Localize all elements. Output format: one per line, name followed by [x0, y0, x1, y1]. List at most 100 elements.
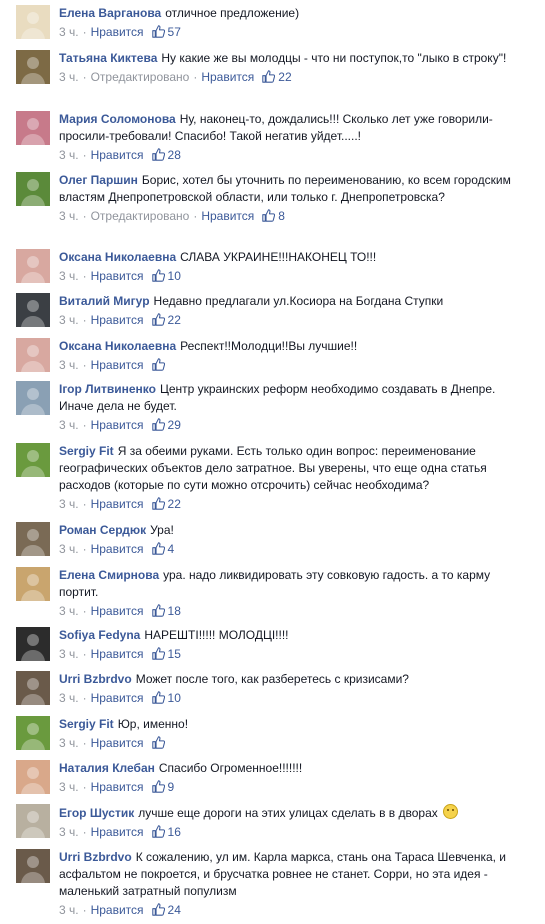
like-button[interactable]: Нравится	[91, 418, 144, 432]
comment-body: Мария Соломонова Ну, наконец-то, дождалис…	[59, 111, 527, 164]
author-link[interactable]: Sergiy Fit	[59, 444, 114, 458]
comment-timestamp[interactable]: 3 ч.	[59, 542, 79, 556]
like-count[interactable]: 18	[151, 604, 181, 618]
like-count[interactable]	[151, 358, 168, 372]
edited-label[interactable]: Отредактировано	[91, 209, 190, 223]
comment-timestamp[interactable]: 3 ч.	[59, 70, 79, 84]
avatar[interactable]	[16, 5, 50, 39]
like-button[interactable]: Нравится	[91, 269, 144, 283]
like-button[interactable]: Нравится	[91, 903, 144, 917]
author-link[interactable]: Urri Bzbrdvo	[59, 850, 132, 864]
author-link[interactable]: Олег Паршин	[59, 173, 138, 187]
like-button[interactable]: Нравится	[91, 148, 144, 162]
like-count[interactable]: 9	[151, 780, 174, 794]
author-link[interactable]: Оксана Николаевна	[59, 250, 176, 264]
author-link[interactable]: Sofiya Fedyna	[59, 628, 140, 642]
like-count[interactable]: 8	[262, 209, 285, 223]
like-button[interactable]: Нравится	[91, 691, 144, 705]
comment-timestamp[interactable]: 3 ч.	[59, 780, 79, 794]
like-button[interactable]: Нравится	[91, 647, 144, 661]
like-button[interactable]: Нравится	[201, 209, 254, 223]
like-button[interactable]: Нравится	[91, 604, 144, 618]
avatar[interactable]	[16, 760, 50, 794]
like-count[interactable]: 10	[151, 691, 181, 705]
comment-timestamp[interactable]: 3 ч.	[59, 691, 79, 705]
author-link[interactable]: Наталия Клебан	[59, 761, 155, 775]
avatar[interactable]	[16, 172, 50, 206]
comment-message: Я за обеими руками. Есть только один воп…	[59, 444, 487, 492]
like-button[interactable]: Нравится	[91, 780, 144, 794]
author-link[interactable]: Елена Варганова	[59, 6, 161, 20]
like-count[interactable]	[151, 736, 168, 750]
avatar[interactable]	[16, 716, 50, 750]
avatar[interactable]	[16, 522, 50, 556]
author-link[interactable]: Urri Bzbrdvo	[59, 672, 132, 686]
like-count[interactable]: 22	[151, 497, 181, 511]
comment-timestamp[interactable]: 3 ч.	[59, 647, 79, 661]
like-count[interactable]: 16	[151, 825, 181, 839]
comment-list: Елена Варганова отличное предложение) 3 ч.…	[0, 0, 545, 924]
like-count[interactable]: 57	[151, 25, 181, 39]
thumbs-up-icon	[151, 903, 165, 916]
like-count[interactable]: 10	[151, 269, 181, 283]
comment-meta: 3 ч. · Нравится 15	[59, 646, 527, 663]
like-button[interactable]: Нравится	[91, 497, 144, 511]
avatar[interactable]	[16, 627, 50, 661]
avatar[interactable]	[16, 443, 50, 477]
thumbs-up-icon	[151, 691, 165, 704]
author-link[interactable]: Ігор Литвиненко	[59, 382, 156, 396]
comment-timestamp[interactable]: 3 ч.	[59, 25, 79, 39]
comment-timestamp[interactable]: 3 ч.	[59, 418, 79, 432]
like-button[interactable]: Нравится	[91, 358, 144, 372]
author-link[interactable]: Оксана Николаевна	[59, 339, 176, 353]
like-count[interactable]: 28	[151, 148, 181, 162]
comment-timestamp[interactable]: 3 ч.	[59, 269, 79, 283]
avatar[interactable]	[16, 804, 50, 838]
author-link[interactable]: Sergiy Fit	[59, 717, 114, 731]
comment-timestamp[interactable]: 3 ч.	[59, 903, 79, 917]
comment-timestamp[interactable]: 3 ч.	[59, 209, 79, 223]
like-button[interactable]: Нравится	[91, 313, 144, 327]
author-link[interactable]: Елена Смирнова	[59, 568, 159, 582]
avatar[interactable]	[16, 293, 50, 327]
avatar[interactable]	[16, 849, 50, 883]
author-link[interactable]: Роман Сердюк	[59, 523, 146, 537]
comment-text: Виталий Мигур Недавно предлагали ул.Косио…	[59, 293, 527, 310]
avatar[interactable]	[16, 567, 50, 601]
author-link[interactable]: Виталий Мигур	[59, 294, 150, 308]
comment-timestamp[interactable]: 3 ч.	[59, 358, 79, 372]
like-count[interactable]: 22	[262, 70, 292, 84]
comment-timestamp[interactable]: 3 ч.	[59, 825, 79, 839]
thumbs-up-icon	[151, 604, 165, 617]
comment-message: Может после того, как разберетесь с криз…	[135, 672, 409, 686]
like-count[interactable]: 29	[151, 418, 181, 432]
avatar[interactable]	[16, 381, 50, 415]
like-count[interactable]: 22	[151, 313, 181, 327]
comment-timestamp[interactable]: 3 ч.	[59, 604, 79, 618]
avatar[interactable]	[16, 50, 50, 84]
like-button[interactable]: Нравится	[91, 736, 144, 750]
meta-separator: ·	[82, 604, 87, 618]
like-button[interactable]: Нравится	[91, 542, 144, 556]
comment-message: Спасибо Огроменное!!!!!!!	[158, 761, 303, 775]
avatar[interactable]	[16, 338, 50, 372]
like-count[interactable]: 24	[151, 903, 181, 917]
comment-meta: 3 ч. · Нравится 24	[59, 902, 527, 919]
author-link[interactable]: Мария Соломонова	[59, 112, 176, 126]
like-button[interactable]: Нравится	[91, 25, 144, 39]
avatar[interactable]	[16, 671, 50, 705]
author-link[interactable]: Татьяна Киктева	[59, 51, 157, 65]
comment-timestamp[interactable]: 3 ч.	[59, 497, 79, 511]
like-count[interactable]: 4	[151, 542, 174, 556]
like-button[interactable]: Нравится	[91, 825, 144, 839]
avatar[interactable]	[16, 249, 50, 283]
author-link[interactable]: Егор Шустик	[59, 806, 134, 820]
comment-timestamp[interactable]: 3 ч.	[59, 736, 79, 750]
comment-timestamp[interactable]: 3 ч.	[59, 313, 79, 327]
edited-label[interactable]: Отредактировано	[91, 70, 190, 84]
like-count-value: 57	[167, 25, 181, 39]
like-button[interactable]: Нравится	[201, 70, 254, 84]
avatar[interactable]	[16, 111, 50, 145]
like-count[interactable]: 15	[151, 647, 181, 661]
comment-timestamp[interactable]: 3 ч.	[59, 148, 79, 162]
